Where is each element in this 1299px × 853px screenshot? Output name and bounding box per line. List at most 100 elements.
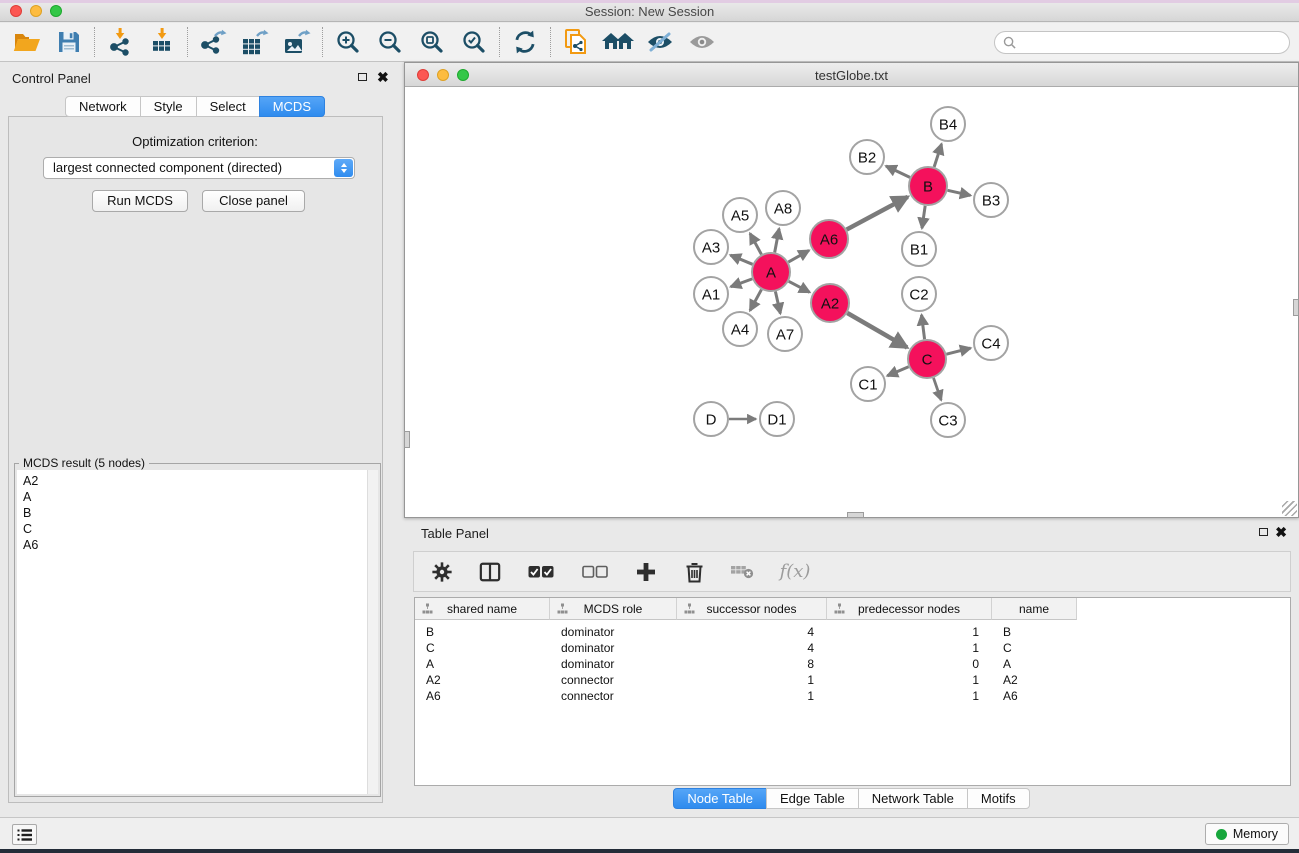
delete-column-button[interactable] [682,559,706,585]
graph-edge-A-A8[interactable] [775,229,779,253]
graph-edge-A-A4[interactable] [750,290,761,311]
tab-network-table[interactable]: Network Table [858,788,968,809]
graph-edge-A2-C[interactable] [847,313,907,348]
graph-edge-A-A6[interactable] [788,250,809,262]
network-window-titlebar[interactable]: testGlobe.txt [405,63,1298,87]
hide-selected-button[interactable] [639,25,681,59]
cell-MCDS-role[interactable]: connector [550,673,677,687]
graph-edge-A-A7[interactable] [775,292,780,314]
cell-shared-name[interactable]: A [415,657,550,671]
table-row-A2[interactable]: A2connector11A2 [415,672,1290,688]
cell-shared-name[interactable]: B [415,625,550,639]
frame-gripper-left[interactable] [404,431,410,448]
table-row-A[interactable]: Adominator80A [415,656,1290,672]
node-table[interactable]: shared nameMCDS rolesuccessor nodesprede… [414,597,1291,786]
frame-resize-handle[interactable] [1282,501,1297,516]
result-scrollbar[interactable] [367,470,378,794]
cell-predecessor-nodes[interactable]: 1 [827,625,992,639]
mcds-result-list[interactable]: A2ABCA6 [17,470,378,794]
cell-shared-name[interactable]: A2 [415,673,550,687]
cell-name[interactable]: C [992,641,1077,655]
result-item[interactable]: A6 [17,537,378,553]
cell-MCDS-role[interactable]: connector [550,689,677,703]
show-all-button[interactable] [681,25,723,59]
export-network-button[interactable] [192,25,234,59]
table-panel-float-button[interactable] [1259,528,1268,536]
memory-button[interactable]: Memory [1205,823,1289,845]
zoom-selected-button[interactable] [453,25,495,59]
graph-edge-B-B1[interactable] [922,206,925,228]
search-input[interactable] [1021,36,1289,50]
cell-name[interactable]: A [992,657,1077,671]
zoom-fit-content-button[interactable] [411,25,453,59]
tab-network[interactable]: Network [65,96,141,117]
cell-name[interactable]: B [992,625,1077,639]
graph-edge-A-A2[interactable] [789,281,810,292]
graph-edge-C-C2[interactable] [922,315,925,339]
table-row-B[interactable]: Bdominator41B [415,624,1290,640]
graph-edge-B-B3[interactable] [948,190,971,195]
zoom-in-button[interactable] [327,25,369,59]
graph-edge-C-C3[interactable] [934,378,942,400]
import-network-button[interactable] [99,25,141,59]
cell-MCDS-role[interactable]: dominator [550,641,677,655]
cell-MCDS-role[interactable]: dominator [550,657,677,671]
network-canvas[interactable]: B4B2BB3A8A5A6A3B1AC2A1A2A4A7C4CC1C3DD1 [405,88,1298,517]
cell-successor-nodes[interactable]: 4 [677,625,827,639]
graph-edge-A6-B[interactable] [847,197,908,230]
cell-successor-nodes[interactable]: 1 [677,689,827,703]
cell-predecessor-nodes[interactable]: 1 [827,673,992,687]
cell-predecessor-nodes[interactable]: 1 [827,641,992,655]
result-item[interactable]: A [17,489,378,505]
tab-style[interactable]: Style [140,96,197,117]
column-header-name[interactable]: name [992,598,1077,620]
cell-predecessor-nodes[interactable]: 1 [827,689,992,703]
apply-layout-button[interactable] [504,25,546,59]
graph-edge-A-A1[interactable] [731,279,753,287]
open-session-button[interactable] [6,25,48,59]
result-item[interactable]: B [17,505,378,521]
cell-predecessor-nodes[interactable]: 0 [827,657,992,671]
export-image-button[interactable] [276,25,318,59]
cell-successor-nodes[interactable]: 1 [677,673,827,687]
cell-shared-name[interactable]: A6 [415,689,550,703]
frame-gripper-bottom[interactable] [847,512,864,518]
close-panel-button[interactable]: Close panel [202,190,305,212]
table-panel-close-button[interactable]: ✖ [1275,527,1287,537]
cell-name[interactable]: A2 [992,673,1077,687]
column-header-shared-name[interactable]: shared name [415,598,550,620]
control-panel-float-button[interactable] [358,73,367,81]
column-header-predecessor-nodes[interactable]: predecessor nodes [827,598,992,620]
column-header-MCDS-role[interactable]: MCDS role [550,598,677,620]
first-neighbors-button[interactable] [597,25,639,59]
cell-name[interactable]: A6 [992,689,1077,703]
deselect-all-columns-button[interactable] [580,559,610,585]
control-panel-close-button[interactable]: ✖ [377,72,389,82]
run-mcds-button[interactable]: Run MCDS [92,190,188,212]
cell-successor-nodes[interactable]: 4 [677,641,827,655]
graph-edge-A-A5[interactable] [750,233,761,254]
graph-edge-B-B2[interactable] [886,166,910,177]
cell-successor-nodes[interactable]: 8 [677,657,827,671]
search-field[interactable] [994,31,1290,54]
result-item[interactable]: C [17,521,378,537]
cell-shared-name[interactable]: C [415,641,550,655]
clone-network-button[interactable] [555,25,597,59]
tab-select[interactable]: Select [196,96,260,117]
graph-edge-C-C4[interactable] [946,348,970,354]
import-table-button[interactable] [141,25,183,59]
tab-motifs[interactable]: Motifs [967,788,1030,809]
save-session-button[interactable] [48,25,90,59]
graph-edge-C-C1[interactable] [887,367,908,376]
select-all-columns-button[interactable] [526,559,556,585]
optimization-criterion-select[interactable]: largest connected component (directed) [43,157,355,179]
export-table-button[interactable] [234,25,276,59]
tab-mcds[interactable]: MCDS [259,96,325,117]
frame-gripper-right[interactable] [1293,299,1299,316]
graph-edge-B-B4[interactable] [934,144,941,167]
column-header-successor-nodes[interactable]: successor nodes [677,598,827,620]
table-row-C[interactable]: Cdominator41C [415,640,1290,656]
cell-MCDS-role[interactable]: dominator [550,625,677,639]
tab-edge-table[interactable]: Edge Table [766,788,859,809]
table-row-A6[interactable]: A6connector11A6 [415,688,1290,704]
